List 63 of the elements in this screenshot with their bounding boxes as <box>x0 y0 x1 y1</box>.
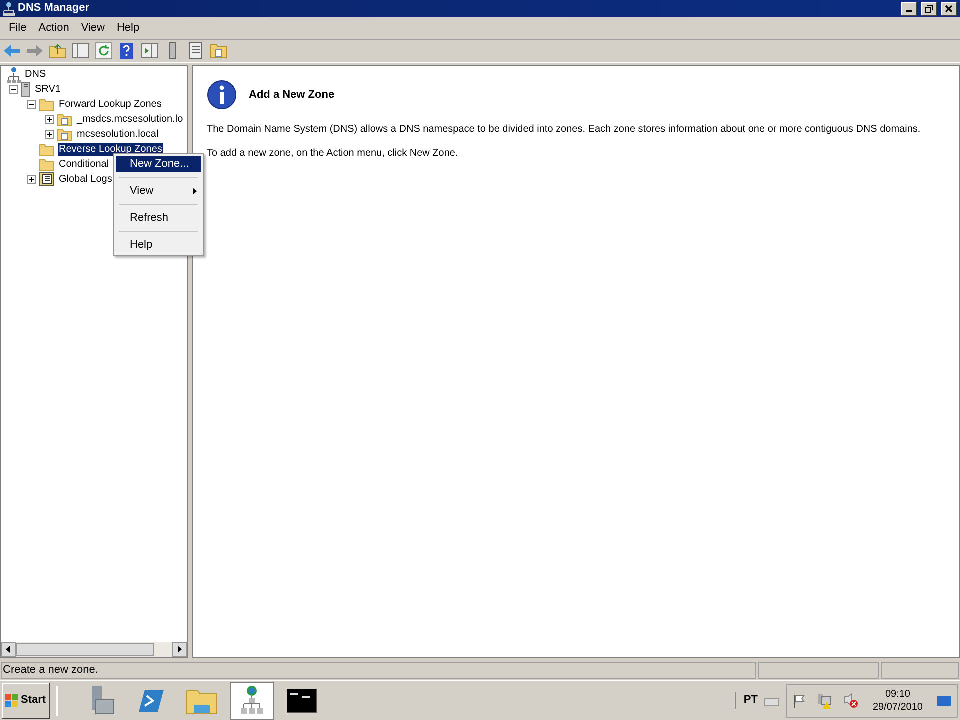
content-paragraph: To add a new zone, on the Action menu, click New Zone. <box>207 147 460 161</box>
content-paragraph: The Domain Name System (DNS) allows a DNS namespace to be divided into zones. Each zone stores information about one or more contiguous DNS domains. <box>207 123 922 137</box>
muted-speaker-icon[interactable] <box>842 692 859 708</box>
back-arrow-icon[interactable] <box>3 42 21 60</box>
tree-item[interactable]: DNS <box>24 68 48 81</box>
context-menu-item[interactable]: Refresh <box>116 210 201 226</box>
context-menu-item[interactable]: View <box>116 183 201 199</box>
tree-item[interactable]: SRV1 <box>34 83 62 96</box>
help-icon[interactable] <box>118 42 136 60</box>
zone-folder-icon <box>57 128 73 142</box>
zone-folder-icon[interactable] <box>210 42 228 60</box>
horizontal-scrollbar[interactable] <box>1 642 187 657</box>
status-text: Create a new zone. <box>1 662 756 678</box>
list-icon[interactable] <box>187 42 205 60</box>
show-desktop-icon[interactable] <box>937 694 951 706</box>
tree-item[interactable]: mcsesolution.local <box>76 128 160 141</box>
restore-button[interactable] <box>921 2 937 16</box>
tree-pane-icon[interactable] <box>72 42 90 60</box>
expand-icon[interactable] <box>27 175 36 184</box>
tree-item[interactable]: Conditional <box>58 158 110 171</box>
network-icon <box>7 66 21 82</box>
info-icon <box>207 80 237 110</box>
powershell-icon <box>139 688 165 712</box>
expand-icon[interactable] <box>45 130 54 139</box>
minimize-icon <box>906 10 912 12</box>
window-title: DNS Manager <box>18 1 90 16</box>
restore-icon <box>925 4 933 12</box>
context-menu-item[interactable]: New Zone... <box>116 156 201 172</box>
action-pane-icon[interactable] <box>141 42 159 60</box>
scroll-thumb[interactable] <box>16 643 154 656</box>
command-prompt-icon <box>287 688 317 712</box>
network-icon <box>240 686 264 716</box>
menu-item[interactable]: File <box>3 20 33 36</box>
tree-item[interactable]: Global Logs <box>58 173 114 186</box>
close-icon <box>945 4 953 12</box>
scroll-left-icon[interactable] <box>1 642 16 657</box>
menu-item[interactable]: Help <box>110 20 146 36</box>
submenu-arrow-icon <box>193 188 197 194</box>
content-heading: Add a New Zone <box>249 88 335 103</box>
tree-item[interactable]: _msdcs.mcsesolution.lo <box>76 113 184 126</box>
refresh-icon[interactable] <box>95 42 113 60</box>
tree-item[interactable]: Forward Lookup Zones <box>58 98 163 111</box>
scroll-right-icon[interactable] <box>172 642 187 657</box>
minimize-button[interactable] <box>901 2 917 16</box>
log-icon <box>39 172 55 187</box>
start-button[interactable]: Start <box>2 682 50 718</box>
menu-item[interactable]: View <box>75 20 111 36</box>
flag-icon[interactable] <box>792 694 807 708</box>
zone-folder-icon <box>57 112 73 126</box>
folder-icon <box>39 142 55 156</box>
windows-logo-icon <box>5 694 19 708</box>
expand-icon[interactable] <box>45 115 54 124</box>
folder-icon <box>39 98 55 112</box>
clock[interactable]: 09:10 29/07/2010 <box>868 688 927 714</box>
context-menu-item[interactable]: Help <box>116 237 201 253</box>
language-indicator[interactable]: PT <box>734 692 758 709</box>
collapse-icon[interactable] <box>9 85 18 94</box>
up-folder-icon[interactable] <box>49 42 67 60</box>
collapse-icon[interactable] <box>27 100 36 109</box>
close-button[interactable] <box>941 2 957 16</box>
menu-item[interactable]: Action <box>32 20 76 36</box>
network-warning-icon[interactable] <box>816 692 833 708</box>
folder-icon <box>39 158 55 172</box>
